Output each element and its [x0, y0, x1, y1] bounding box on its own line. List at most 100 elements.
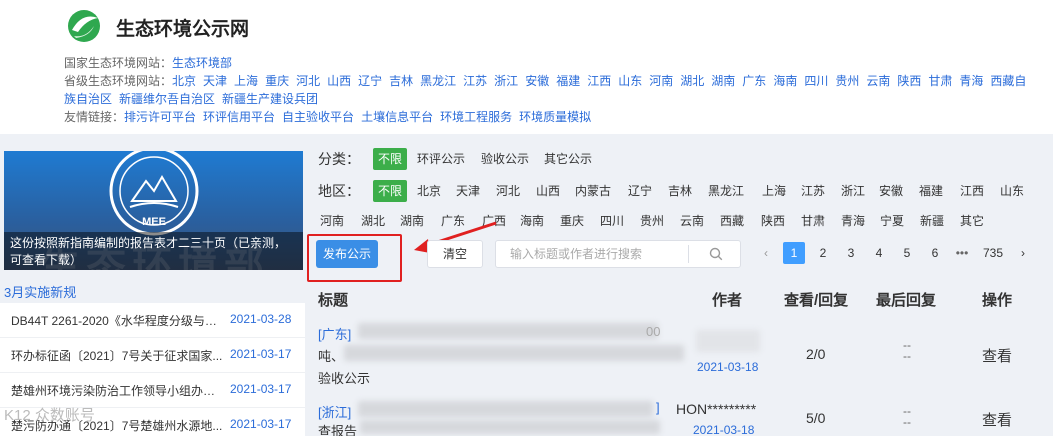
region-chip-row2[interactable]: 新疆	[915, 210, 949, 232]
region-chip[interactable]: 福建	[914, 180, 948, 202]
region-chip[interactable]: 浙江	[836, 180, 870, 202]
region-chip-row2[interactable]: 河南	[315, 210, 349, 232]
region-chip-row2[interactable]: 重庆	[555, 210, 589, 232]
row-title-line2[interactable]: 吨、	[318, 346, 344, 365]
region-chip[interactable]: 内蒙古	[570, 180, 616, 202]
region-chip-row2[interactable]: 海南	[515, 210, 549, 232]
friend-link[interactable]: 环境质量模拟	[519, 110, 591, 124]
province-link[interactable]: 四川	[804, 74, 828, 88]
row-view-link[interactable]: 查看	[982, 345, 1012, 366]
province-link[interactable]: 辽宁	[358, 74, 382, 88]
clear-button[interactable]: 清空	[427, 240, 483, 268]
region-chip-row2[interactable]: 青海	[836, 210, 870, 232]
province-link[interactable]: 甘肃	[928, 74, 952, 88]
row-title-line3[interactable]: 验收公示	[318, 368, 370, 387]
province-link[interactable]: 新疆生产建设兵团	[222, 92, 318, 106]
friend-link[interactable]: 排污许可平台	[124, 110, 196, 124]
friend-link[interactable]: 土壤信息平台	[361, 110, 433, 124]
site-logo-icon[interactable]	[64, 8, 104, 44]
pager-page[interactable]: 4	[868, 242, 890, 264]
pager-page[interactable]: 5	[896, 242, 918, 264]
province-link[interactable]: 吉林	[389, 74, 413, 88]
region-chip-row2[interactable]: 甘肃	[796, 210, 830, 232]
friend-link[interactable]: 环境工程服务	[440, 110, 512, 124]
friend-link[interactable]: 自主验收平台	[282, 110, 354, 124]
search-input[interactable]	[496, 241, 688, 267]
province-link[interactable]: 陕西	[897, 74, 921, 88]
region-chip[interactable]: 山西	[531, 180, 565, 202]
pager-last[interactable]: 735	[980, 242, 1006, 264]
region-chip-row2[interactable]: 其它	[955, 210, 989, 232]
region-chip[interactable]: 辽宁	[623, 180, 657, 202]
banner-caption[interactable]: 这份按照新指南编制的报告表才二三十页（已亲测，可查看下载）	[4, 232, 303, 270]
row-region-prefix[interactable]: [浙江]	[318, 402, 351, 421]
province-link[interactable]: 广东	[742, 74, 766, 88]
province-link[interactable]: 浙江	[494, 74, 518, 88]
region-chip-row2[interactable]: 西藏	[715, 210, 749, 232]
category-chip[interactable]: 环评公示	[412, 148, 470, 170]
pager-page[interactable]: 2	[812, 242, 834, 264]
national-link[interactable]: 生态环境部	[172, 56, 232, 70]
pager-page[interactable]: 6	[924, 242, 946, 264]
news-heading[interactable]: 3月实施新规	[4, 282, 76, 301]
region-chip[interactable]: 上海	[757, 180, 791, 202]
province-link[interactable]: 重庆	[265, 74, 289, 88]
news-title[interactable]: DB44T 2261-2020《水华程度分级与监...	[11, 312, 223, 329]
region-chip[interactable]: 江西	[955, 180, 989, 202]
news-title[interactable]: 环办标征函〔2021〕7号关于征求国家...	[11, 347, 223, 364]
region-chip[interactable]: 河北	[491, 180, 525, 202]
featured-banner[interactable]: MEE 生态环境部 这份按照新指南编制的报告表才二三十页（已亲测，可查看下载）	[4, 151, 303, 270]
category-chip[interactable]: 不限	[373, 148, 408, 170]
province-link[interactable]: 山东	[618, 74, 642, 88]
province-link[interactable]: 江苏	[463, 74, 487, 88]
province-link[interactable]: 湖北	[680, 74, 704, 88]
province-link[interactable]: 西藏自	[990, 74, 1026, 88]
region-chip-row2[interactable]: 云南	[675, 210, 709, 232]
province-link[interactable]: 海南	[773, 74, 797, 88]
province-link[interactable]: 贵州	[835, 74, 859, 88]
region-chip[interactable]: 江苏	[796, 180, 830, 202]
category-chip[interactable]: 其它公示	[539, 148, 597, 170]
region-chip[interactable]: 不限	[373, 180, 408, 202]
province-link[interactable]: 安徽	[525, 74, 549, 88]
province-link[interactable]: 山西	[327, 74, 351, 88]
region-chip[interactable]: 安徽	[874, 180, 908, 202]
province-link[interactable]: 青海	[959, 74, 983, 88]
pager-page[interactable]: 3	[840, 242, 862, 264]
province-link[interactable]: 黑龙江	[420, 74, 456, 88]
region-chip-row2[interactable]: 陕西	[756, 210, 790, 232]
category-chip[interactable]: 验收公示	[476, 148, 534, 170]
region-chip[interactable]: 黑龙江	[703, 180, 749, 202]
region-chip[interactable]: 天津	[451, 180, 485, 202]
pager-page[interactable]: 1	[783, 242, 805, 264]
region-chip-row2[interactable]: 宁夏	[875, 210, 909, 232]
row-view-link[interactable]: 查看	[982, 409, 1012, 430]
province-link[interactable]: 北京	[172, 74, 196, 88]
pager-prev[interactable]: ‹	[760, 242, 772, 264]
province-link[interactable]: 江西	[587, 74, 611, 88]
row-title-line2[interactable]: 查报告	[318, 421, 357, 436]
region-chip[interactable]: 吉林	[663, 180, 697, 202]
search-icon[interactable]	[709, 247, 723, 261]
pager-next[interactable]: ›	[1016, 242, 1030, 264]
news-title[interactable]: 楚雄州环境污染防治工作领导小组办公...	[11, 382, 223, 399]
region-chip-row2[interactable]: 四川	[595, 210, 629, 232]
site-title[interactable]: 生态环境公示网	[116, 14, 249, 41]
province-link[interactable]: 湖南	[711, 74, 735, 88]
province-link[interactable]: 族自治区	[64, 92, 112, 106]
row-region-prefix[interactable]: [广东]	[318, 324, 351, 343]
province-link[interactable]: 上海	[234, 74, 258, 88]
province-link[interactable]: 河北	[296, 74, 320, 88]
province-link[interactable]: 新疆维尔吾自治区	[119, 92, 215, 106]
province-link[interactable]: 天津	[203, 74, 227, 88]
news-item[interactable]: DB44T 2261-2020《水华程度分级与监... 2021-03-28	[0, 303, 305, 338]
pager-ellipsis[interactable]: •••	[950, 242, 974, 264]
region-chip[interactable]: 北京	[412, 180, 446, 202]
region-chip[interactable]: 山东	[995, 180, 1029, 202]
friend-link[interactable]: 环评信用平台	[203, 110, 275, 124]
region-chip-row2[interactable]: 湖北	[356, 210, 390, 232]
news-item[interactable]: 楚雄州环境污染防治工作领导小组办公... 2021-03-17	[0, 373, 305, 408]
province-link[interactable]: 福建	[556, 74, 580, 88]
province-link[interactable]: 云南	[866, 74, 890, 88]
news-item[interactable]: 环办标征函〔2021〕7号关于征求国家... 2021-03-17	[0, 338, 305, 373]
